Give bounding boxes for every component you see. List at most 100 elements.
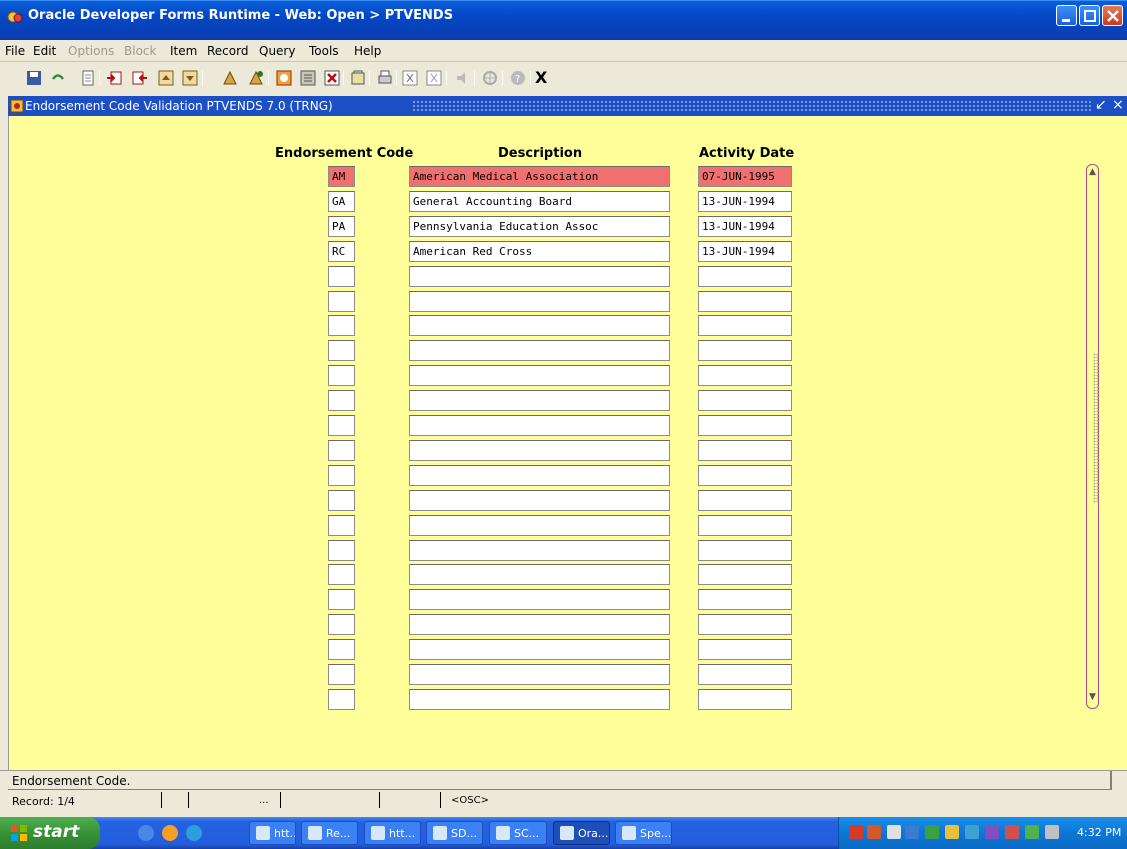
tray-update-icon[interactable] (1005, 825, 1019, 839)
description-field[interactable] (409, 540, 670, 561)
code-field[interactable] (328, 291, 355, 312)
next-block-icon[interactable] (106, 70, 122, 86)
menu-options[interactable]: Options (68, 44, 114, 58)
menu-help[interactable]: Help (354, 44, 381, 58)
description-field[interactable] (409, 266, 670, 287)
quicklaunch-media-icon[interactable] (162, 825, 178, 841)
print-form-icon[interactable] (377, 70, 393, 86)
print-icon[interactable] (80, 70, 96, 86)
tray-sync-icon[interactable] (965, 825, 979, 839)
activity-date-field[interactable]: 13-JUN-1994 (698, 216, 792, 237)
code-field[interactable]: AM (328, 166, 355, 187)
activity-date-field[interactable] (698, 415, 792, 436)
tray-oracle2-icon[interactable] (867, 825, 881, 839)
description-field[interactable] (409, 564, 670, 585)
taskbar-item[interactable]: SC... (489, 821, 547, 845)
tray-security-icon[interactable] (945, 825, 959, 839)
minimize-button[interactable] (1056, 5, 1077, 26)
code-field[interactable]: GA (328, 191, 355, 212)
title-bar[interactable]: Oracle Developer Forms Runtime - Web: Op… (0, 0, 1127, 40)
menu-block[interactable]: Block (124, 44, 156, 58)
code-field[interactable]: PA (328, 216, 355, 237)
description-field[interactable] (409, 664, 670, 685)
activity-date-field[interactable] (698, 490, 792, 511)
workflow-icon[interactable] (482, 70, 498, 86)
menu-file[interactable]: File (5, 44, 25, 58)
description-field[interactable] (409, 589, 670, 610)
activity-date-field[interactable] (698, 689, 792, 710)
start-button[interactable]: start (0, 817, 100, 849)
cut-icon[interactable] (402, 70, 418, 86)
previous-record-icon[interactable] (158, 70, 174, 86)
description-field[interactable] (409, 490, 670, 511)
taskbar-item[interactable]: Ora... (553, 821, 610, 845)
maximize-button[interactable] (1079, 5, 1100, 26)
activity-date-field[interactable] (698, 614, 792, 635)
previous-block-icon[interactable] (132, 70, 148, 86)
activity-date-field[interactable] (698, 465, 792, 486)
description-field[interactable] (409, 465, 670, 486)
menu-edit[interactable]: Edit (33, 44, 56, 58)
tray-oracle-icon[interactable] (849, 825, 863, 839)
activity-date-field[interactable] (698, 540, 792, 561)
description-field[interactable] (409, 639, 670, 660)
vertical-scrollbar[interactable]: ▲ ▼ (1086, 164, 1099, 709)
activity-date-field[interactable] (698, 515, 792, 536)
audio-icon[interactable] (455, 70, 471, 86)
activity-date-field[interactable] (698, 315, 792, 336)
code-field[interactable] (328, 639, 355, 660)
code-field[interactable]: RC (328, 241, 355, 262)
description-field[interactable] (409, 614, 670, 635)
description-field[interactable] (409, 340, 670, 361)
activity-date-field[interactable] (698, 365, 792, 386)
activity-date-field[interactable] (698, 564, 792, 585)
enter-query-icon[interactable] (222, 70, 238, 86)
form-minimize-icon[interactable]: ↙ (1095, 97, 1107, 113)
code-field[interactable] (328, 540, 355, 561)
code-field[interactable] (328, 614, 355, 635)
code-field[interactable] (328, 465, 355, 486)
code-field[interactable] (328, 266, 355, 287)
taskbar-item[interactable]: SD... (426, 821, 483, 845)
activity-date-field[interactable]: 13-JUN-1994 (698, 241, 792, 262)
activity-date-field[interactable] (698, 291, 792, 312)
activity-date-field[interactable] (698, 440, 792, 461)
quicklaunch-ie-icon[interactable] (138, 825, 154, 841)
tray-misc-icon[interactable] (1045, 825, 1059, 839)
activity-date-field[interactable] (698, 340, 792, 361)
description-field[interactable]: Pennsylvania Education Assoc (409, 216, 670, 237)
close-button[interactable] (1102, 5, 1123, 26)
code-field[interactable] (328, 390, 355, 411)
taskbar-item[interactable]: htt... (364, 821, 421, 845)
tray-volume-icon[interactable] (887, 825, 901, 839)
help-icon[interactable]: ? (510, 70, 526, 86)
description-field[interactable] (409, 315, 670, 336)
activity-date-field[interactable] (698, 664, 792, 685)
code-field[interactable] (328, 365, 355, 386)
form-window-header[interactable]: Endorsement Code Validation PTVENDS 7.0 … (8, 96, 1127, 116)
code-field[interactable] (328, 440, 355, 461)
menu-item[interactable]: Item (170, 44, 197, 58)
description-field[interactable]: American Medical Association (409, 166, 670, 187)
code-field[interactable] (328, 589, 355, 610)
scroll-thumb[interactable] (1093, 353, 1099, 503)
tray-monitor-icon[interactable] (925, 825, 939, 839)
code-field[interactable] (328, 564, 355, 585)
tray-app-icon[interactable] (1025, 825, 1039, 839)
activity-date-field[interactable]: 13-JUN-1994 (698, 191, 792, 212)
activity-date-field[interactable]: 07-JUN-1995 (698, 166, 792, 187)
execute-query-icon[interactable] (248, 70, 264, 86)
description-field[interactable] (409, 689, 670, 710)
next-record-icon[interactable] (182, 70, 198, 86)
remove-record-icon[interactable] (300, 70, 316, 86)
activity-date-field[interactable] (698, 639, 792, 660)
scroll-down-icon[interactable]: ▼ (1088, 692, 1097, 702)
description-field[interactable]: American Red Cross (409, 241, 670, 262)
insert-record-icon[interactable] (276, 70, 292, 86)
tray-messenger-icon[interactable] (985, 825, 999, 839)
activity-date-field[interactable] (698, 266, 792, 287)
description-field[interactable] (409, 515, 670, 536)
list-values-icon[interactable] (350, 70, 366, 86)
code-field[interactable] (328, 490, 355, 511)
rollback-icon[interactable] (50, 70, 66, 86)
